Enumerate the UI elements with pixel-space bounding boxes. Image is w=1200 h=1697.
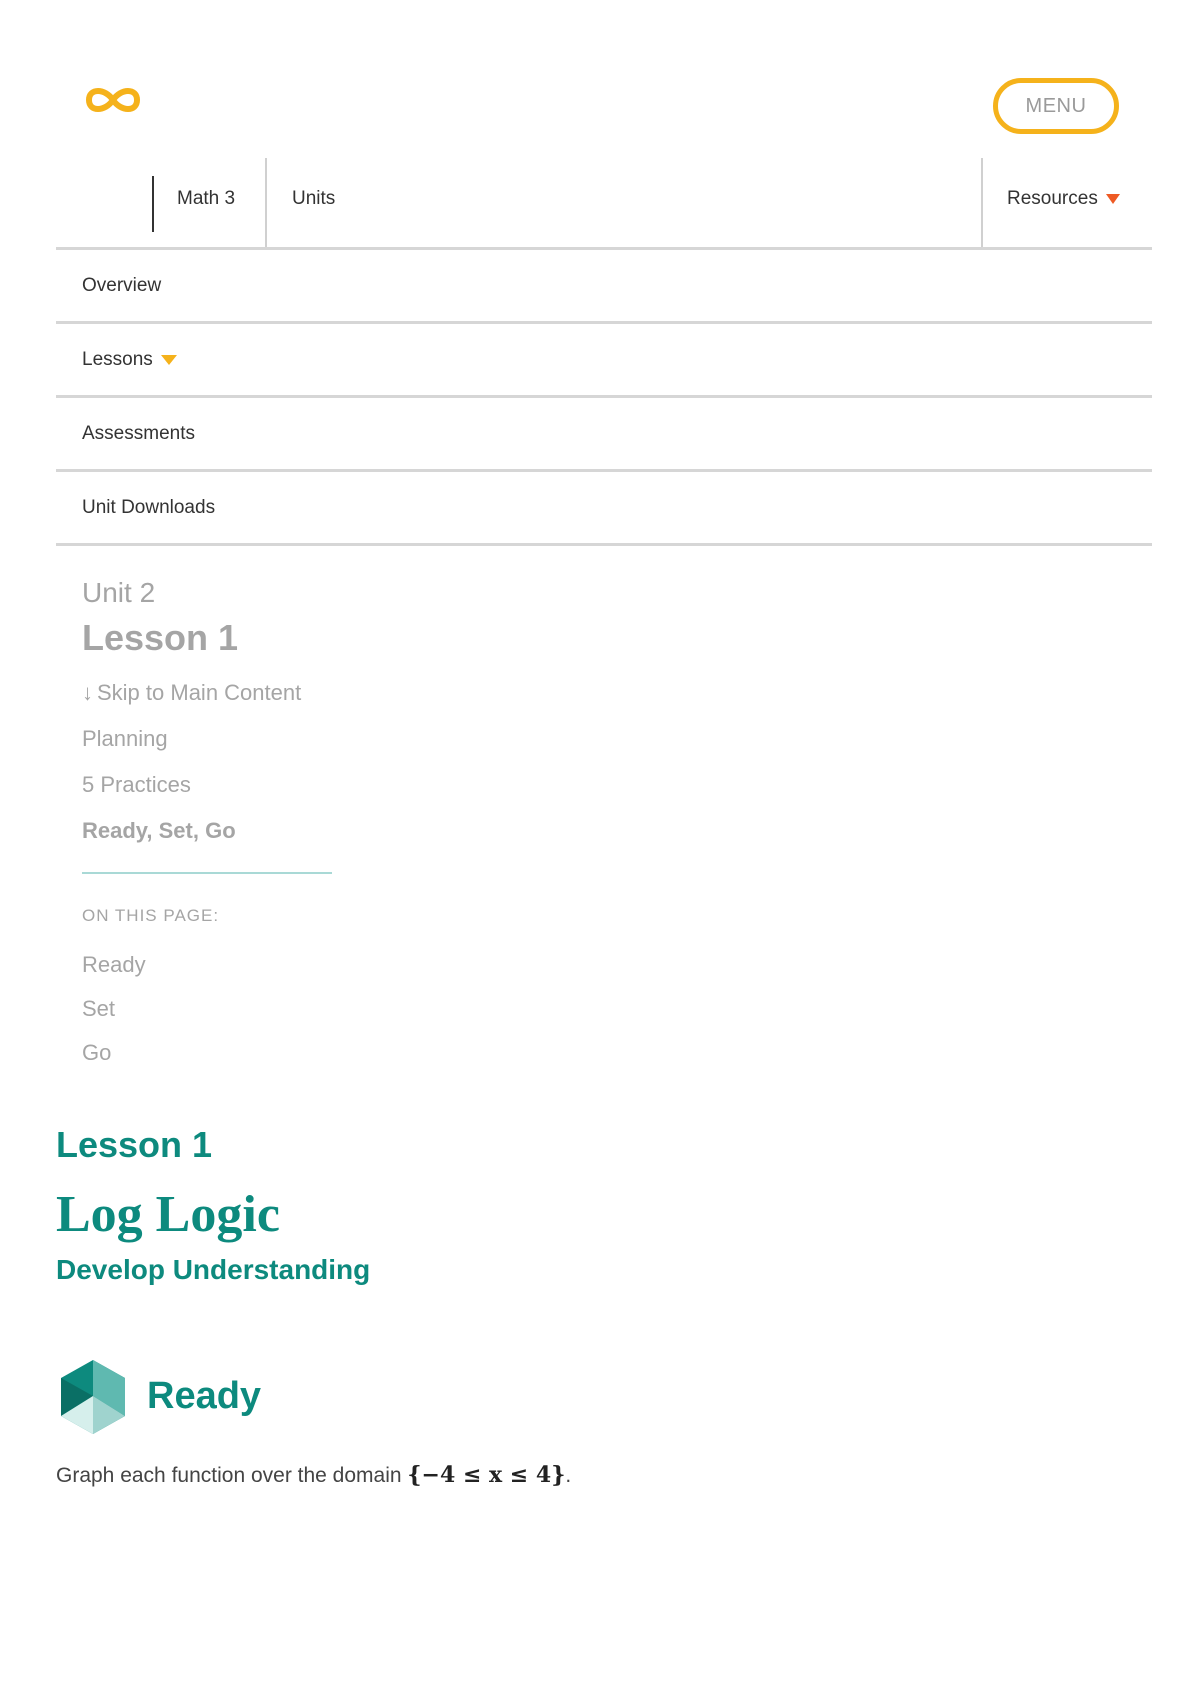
nav-item-assessments[interactable]: Assessments — [56, 395, 1152, 469]
nav-item-unit-downloads[interactable]: Unit Downloads — [56, 469, 1152, 546]
toc-divider — [82, 872, 332, 874]
breadcrumb-divider — [265, 158, 267, 248]
toc-link-planning[interactable]: Planning — [82, 724, 342, 754]
toc-link-5-practices[interactable]: 5 Practices — [82, 770, 342, 800]
domain-expression: {−4 ≤ x ≤ 4} — [407, 1462, 566, 1488]
breadcrumb: Math 3 Units Resources — [56, 158, 1152, 248]
page-title: Log Logic — [56, 1186, 280, 1243]
breadcrumb-divider — [981, 158, 983, 248]
resources-dropdown[interactable]: Resources — [1007, 188, 1120, 210]
menu-button-label: MENU — [1025, 94, 1087, 117]
on-this-page-label: ON THIS PAGE: — [82, 906, 220, 925]
instruction-end: . — [565, 1464, 572, 1487]
main-lesson-label: Lesson 1 — [56, 1124, 213, 1165]
breadcrumb-units-link[interactable]: Units — [292, 188, 335, 210]
nav-item-overview[interactable]: Overview — [56, 247, 1152, 321]
toc-unit-label: Unit 2 — [82, 577, 156, 608]
page-link-set[interactable]: Set — [82, 994, 342, 1024]
lesson-toc: Unit 2 Lesson 1 ↓ Skip to Main Content P… — [82, 576, 342, 1068]
toc-lesson-label: Lesson 1 — [82, 617, 239, 658]
breadcrumb-divider — [152, 176, 154, 232]
nav-item-label: Assessments — [82, 422, 195, 444]
ready-instruction: Graph each function over the domain {−4 … — [56, 1460, 571, 1491]
instruction-text: Graph each function over the domain — [56, 1464, 408, 1487]
caret-down-icon — [1105, 194, 1120, 204]
toc-link-ready-set-go[interactable]: Ready, Set, Go — [82, 816, 342, 846]
nav-item-label: Overview — [82, 274, 162, 296]
arrow-down-icon: ↓ — [82, 680, 93, 705]
menu-button[interactable]: MENU — [993, 78, 1119, 134]
unit-nav: Overview Lessons Assessments Unit Downlo… — [56, 247, 1152, 546]
page-link-ready[interactable]: Ready — [82, 950, 342, 980]
infinity-logo-icon[interactable] — [83, 82, 143, 118]
ready-hexagon-icon — [58, 1358, 128, 1436]
skip-to-main-label: Skip to Main Content — [97, 680, 302, 705]
page-subtitle: Develop Understanding — [56, 1254, 371, 1285]
nav-item-lessons[interactable]: Lessons — [56, 321, 1152, 395]
caret-down-icon — [160, 354, 177, 365]
resources-label: Resources — [1007, 188, 1098, 209]
page-link-go[interactable]: Go — [82, 1038, 342, 1068]
breadcrumb-course-link[interactable]: Math 3 — [177, 188, 235, 210]
ready-section-heading: Ready — [147, 1375, 262, 1417]
skip-to-main-link[interactable]: ↓ Skip to Main Content — [82, 680, 342, 706]
nav-item-label: Unit Downloads — [82, 496, 216, 518]
nav-item-label: Lessons — [82, 348, 153, 370]
